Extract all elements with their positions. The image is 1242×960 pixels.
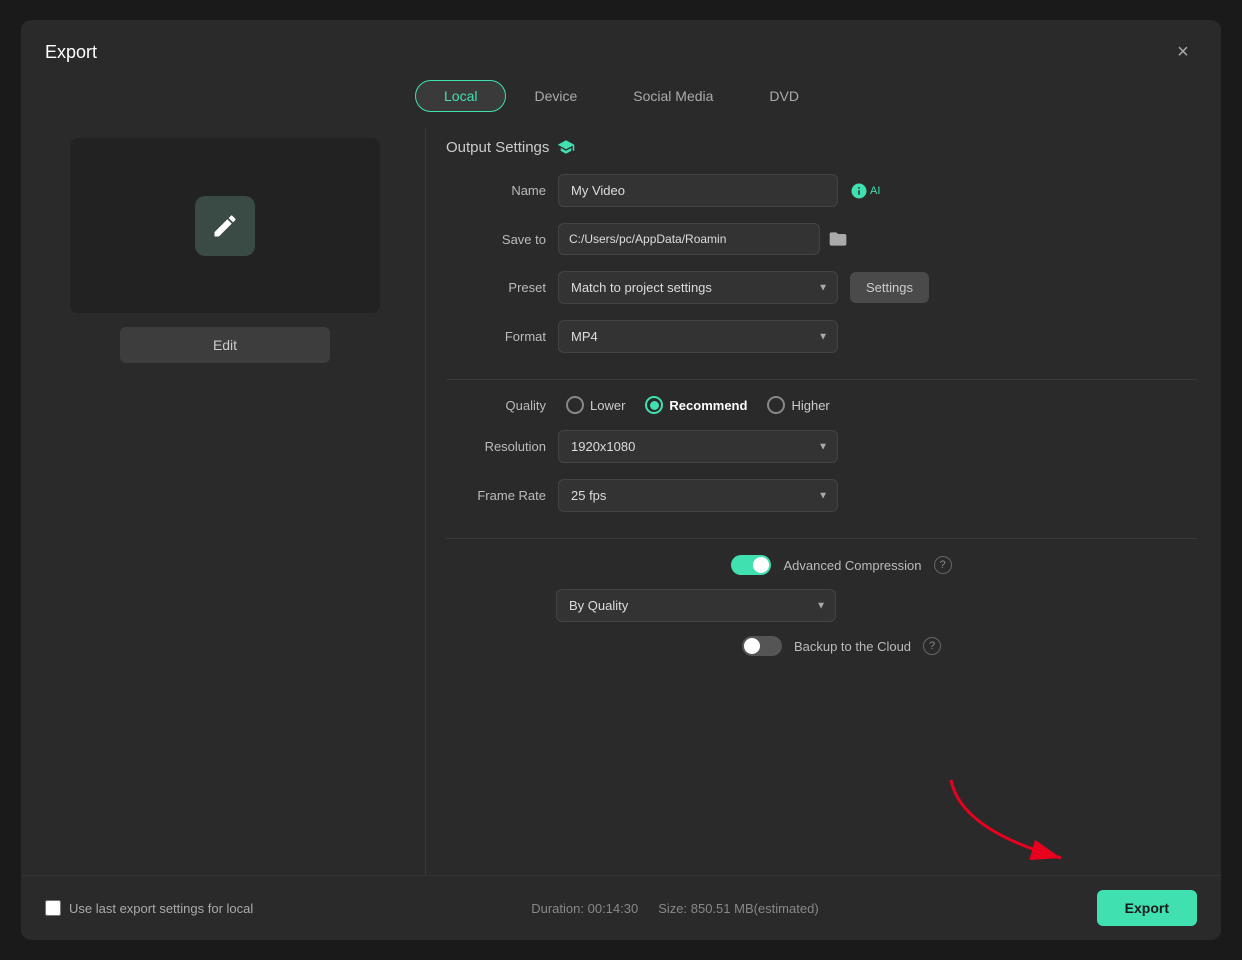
bottom-info: Duration: 00:14:30 Size: 850.51 MB(estim…	[531, 901, 818, 916]
quality-label: Quality	[446, 398, 546, 413]
preview-box	[70, 138, 380, 313]
advanced-compression-label: Advanced Compression	[783, 558, 921, 573]
radio-dot	[650, 401, 659, 410]
name-row: Name AI	[446, 174, 1197, 207]
tab-dvd[interactable]: DVD	[741, 80, 827, 112]
format-select[interactable]: MP4 MOV AVI MKV	[558, 320, 838, 353]
title-bar: Export ×	[21, 20, 1221, 80]
tab-local[interactable]: Local	[415, 80, 506, 112]
use-last-label: Use last export settings for local	[69, 901, 253, 916]
format-label: Format	[446, 329, 546, 344]
frame-rate-label: Frame Rate	[446, 488, 546, 503]
path-row	[558, 223, 848, 255]
backup-cloud-toggle[interactable]	[742, 636, 782, 656]
use-last-checkbox[interactable]	[45, 900, 61, 916]
quality-row: Quality Lower Recommend Higher	[446, 396, 1197, 414]
preview-icon	[195, 196, 255, 256]
preset-select[interactable]: Match to project settings Custom High Qu…	[558, 271, 838, 304]
settings-button[interactable]: Settings	[850, 272, 929, 303]
frame-rate-select-wrap: 25 fps 30 fps 60 fps 24 fps ▼	[558, 479, 838, 512]
quality-lower-radio[interactable]	[566, 396, 584, 414]
folder-icon	[828, 229, 848, 249]
frame-rate-select[interactable]: 25 fps 30 fps 60 fps 24 fps	[558, 479, 838, 512]
advanced-compression-help-icon[interactable]: ?	[934, 556, 952, 574]
quality-recommend-option[interactable]: Recommend	[645, 396, 747, 414]
resolution-row: Resolution 1920x1080 1280x720 3840x2160 …	[446, 430, 1197, 463]
close-button[interactable]: ×	[1169, 38, 1197, 66]
content-area: Edit Output Settings Name AI	[21, 128, 1221, 875]
name-label: Name	[446, 183, 546, 198]
tab-social-media[interactable]: Social Media	[605, 80, 741, 112]
folder-browse-button[interactable]	[828, 229, 848, 249]
format-select-wrap: MP4 MOV AVI MKV ▼	[558, 320, 838, 353]
format-row: Format MP4 MOV AVI MKV ▼	[446, 320, 1197, 353]
vertical-divider	[425, 128, 426, 875]
by-quality-wrap: By Quality By Bitrate ▼	[556, 589, 836, 622]
export-dialog: Export × Local Device Social Media DVD E…	[21, 20, 1221, 940]
preset-select-wrap: Match to project settings Custom High Qu…	[558, 271, 838, 304]
export-button[interactable]: Export	[1097, 890, 1197, 926]
toggle-thumb-cloud	[744, 638, 760, 654]
dialog-title: Export	[45, 42, 97, 63]
edit-pencil-icon	[211, 212, 239, 240]
resolution-select[interactable]: 1920x1080 1280x720 3840x2160	[558, 430, 838, 463]
bottom-bar: Use last export settings for local Durat…	[21, 875, 1221, 940]
left-panel: Edit	[45, 128, 405, 875]
backup-cloud-row: Backup to the Cloud ?	[446, 636, 1197, 656]
quality-higher-label: Higher	[791, 398, 829, 413]
quality-lower-label: Lower	[590, 398, 625, 413]
tab-device[interactable]: Device	[506, 80, 605, 112]
separator	[446, 379, 1197, 380]
quality-recommend-radio[interactable]	[645, 396, 663, 414]
size-info: Size: 850.51 MB(estimated)	[658, 901, 818, 916]
save-to-row: Save to	[446, 223, 1197, 255]
duration-info: Duration: 00:14:30	[531, 901, 638, 916]
output-settings-title: Output Settings	[446, 138, 1197, 156]
name-input[interactable]	[558, 174, 838, 207]
tabs-bar: Local Device Social Media DVD	[21, 80, 1221, 128]
advanced-compression-toggle[interactable]	[731, 555, 771, 575]
resolution-label: Resolution	[446, 439, 546, 454]
backup-cloud-help-icon[interactable]: ?	[923, 637, 941, 655]
ai-button[interactable]: AI	[850, 182, 880, 200]
save-path-input[interactable]	[558, 223, 820, 255]
use-last-settings: Use last export settings for local	[45, 900, 253, 916]
right-panel: Output Settings Name AI Save to	[446, 128, 1197, 875]
resolution-select-wrap: 1920x1080 1280x720 3840x2160 ▼	[558, 430, 838, 463]
quality-lower-option[interactable]: Lower	[566, 396, 625, 414]
settings-hat-icon	[557, 138, 575, 156]
preset-row: Preset Match to project settings Custom …	[446, 271, 1197, 304]
separator2	[446, 538, 1197, 539]
backup-cloud-label: Backup to the Cloud	[794, 639, 911, 654]
advanced-compression-row: Advanced Compression ?	[446, 555, 1197, 575]
toggle-thumb	[753, 557, 769, 573]
quality-higher-radio[interactable]	[767, 396, 785, 414]
frame-rate-row: Frame Rate 25 fps 30 fps 60 fps 24 fps ▼	[446, 479, 1197, 512]
save-to-label: Save to	[446, 232, 546, 247]
quality-recommend-label: Recommend	[669, 398, 747, 413]
edit-button[interactable]: Edit	[120, 327, 330, 363]
quality-higher-option[interactable]: Higher	[767, 396, 829, 414]
by-quality-select[interactable]: By Quality By Bitrate	[556, 589, 836, 622]
ai-icon	[850, 182, 868, 200]
preset-label: Preset	[446, 280, 546, 295]
